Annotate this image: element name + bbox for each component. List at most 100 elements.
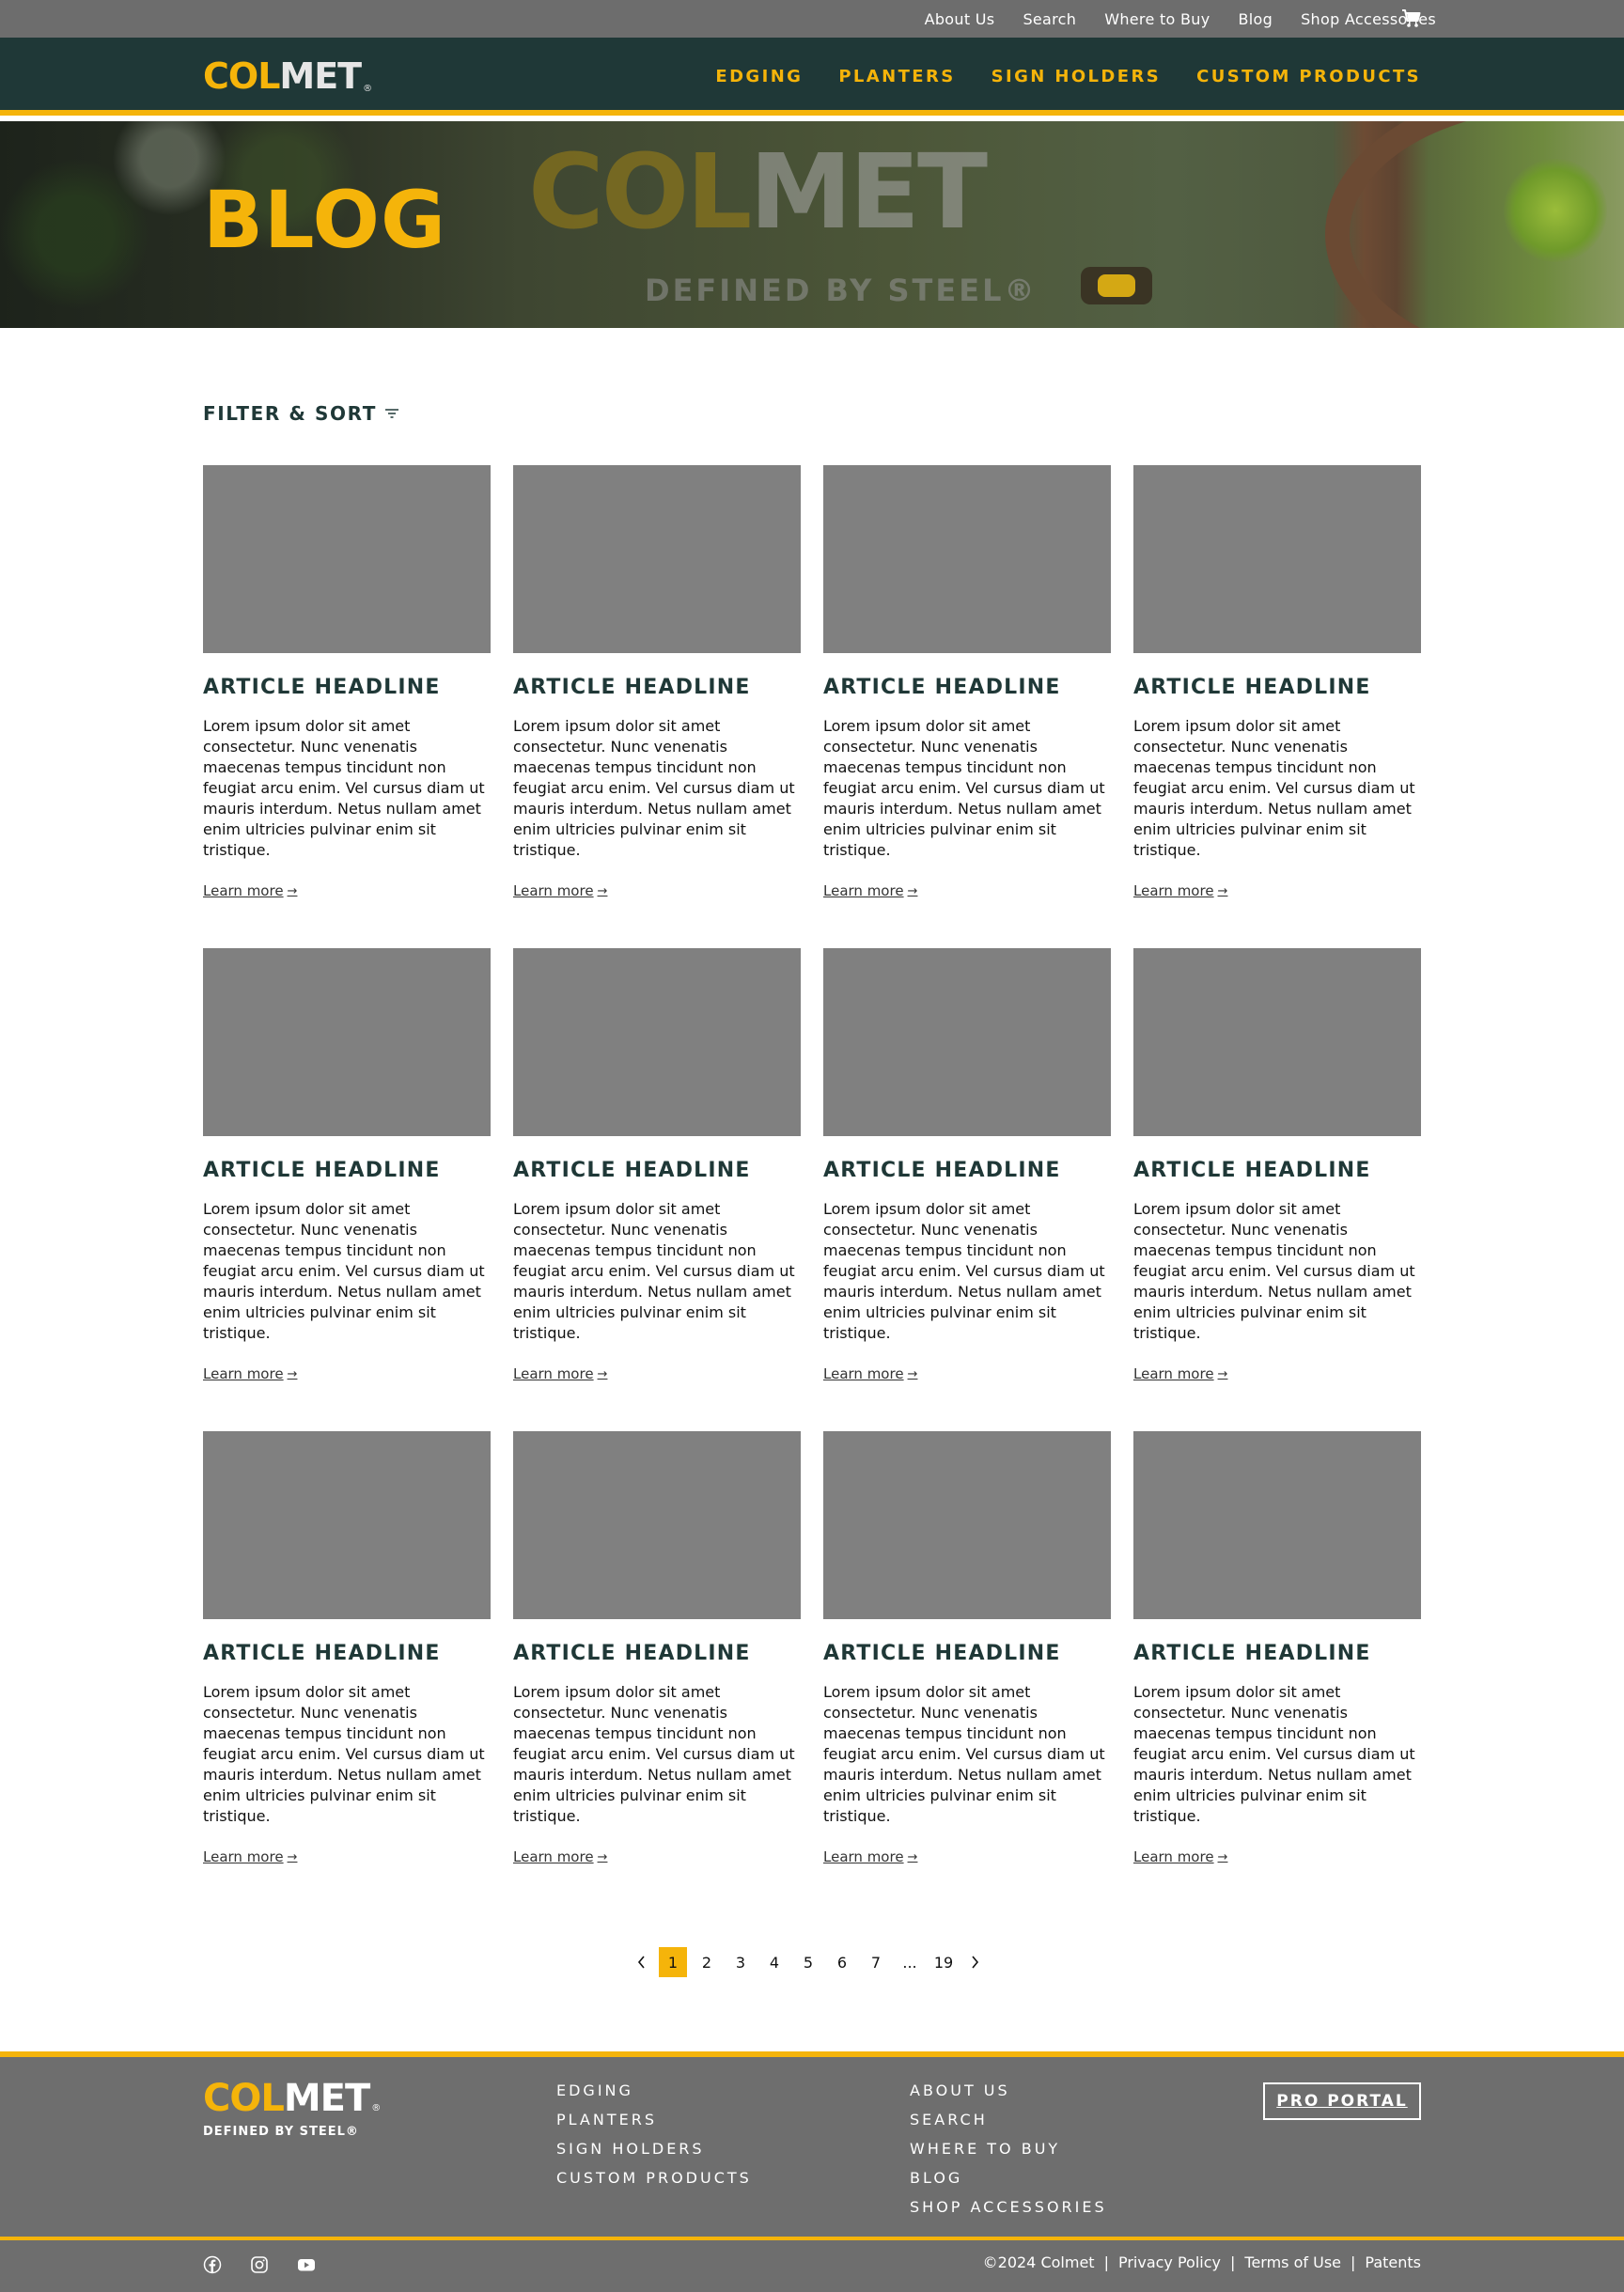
article-image-placeholder[interactable]: [1133, 465, 1421, 653]
cart-icon[interactable]: [1400, 8, 1423, 30]
youtube-icon[interactable]: [297, 2255, 316, 2274]
article-headline: ARTICLE HEADLINE: [513, 676, 751, 699]
patents-link[interactable]: Patents: [1365, 2253, 1421, 2271]
arrow-right-icon: →: [597, 1849, 608, 1864]
page-button-19[interactable]: 19: [927, 1947, 960, 1977]
pro-portal-button[interactable]: PRO PORTAL: [1263, 2082, 1421, 2120]
footer-logo[interactable]: COLMET ® DEFINED BY STEEL®: [203, 2077, 381, 2139]
article-headline: ARTICLE HEADLINE: [513, 1642, 751, 1665]
article-image-placeholder[interactable]: [1133, 948, 1421, 1136]
footer-logo-met: MET: [283, 2077, 370, 2120]
article-image-placeholder[interactable]: [513, 465, 801, 653]
learn-more-link[interactable]: Learn more →: [203, 1365, 297, 1382]
footer-link-about-us[interactable]: ABOUT US: [910, 2082, 1107, 2100]
learn-more-link[interactable]: Learn more →: [823, 882, 917, 899]
footer-link-blog[interactable]: BLOG: [910, 2169, 1107, 2188]
arrow-right-icon: →: [1217, 1849, 1228, 1864]
page-button-7[interactable]: 7: [859, 1947, 893, 1977]
footer-bottom-bar: ©2024 Colmet | Privacy Policy | Terms of…: [0, 2237, 1624, 2292]
learn-more-link[interactable]: Learn more →: [1133, 1365, 1227, 1382]
page-button-2[interactable]: 2: [690, 1947, 724, 1977]
nav-link-planters[interactable]: PLANTERS: [838, 67, 955, 86]
article-headline: ARTICLE HEADLINE: [513, 1159, 751, 1182]
page-button-5[interactable]: 5: [791, 1947, 825, 1977]
filter-sort-button[interactable]: FILTER & SORT: [203, 402, 399, 425]
article-image-placeholder[interactable]: [1133, 1431, 1421, 1619]
article-image-placeholder[interactable]: [203, 948, 491, 1136]
hero-banner: COLMET DEFINED BY STEEL® BLOG: [0, 121, 1624, 328]
page-button-6[interactable]: 6: [825, 1947, 859, 1977]
footer-link-edging[interactable]: EDGING: [556, 2082, 752, 2100]
footer-link-sign-holders[interactable]: SIGN HOLDERS: [556, 2140, 752, 2159]
utility-nav: About Us Search Where to Buy Blog Shop A…: [925, 0, 1436, 38]
article-image-placeholder[interactable]: [823, 1431, 1111, 1619]
terms-of-use-link[interactable]: Terms of Use: [1244, 2253, 1341, 2271]
privacy-policy-link[interactable]: Privacy Policy: [1118, 2253, 1221, 2271]
article-image-placeholder[interactable]: [513, 1431, 801, 1619]
page-button-4[interactable]: 4: [757, 1947, 791, 1977]
arrow-right-icon: →: [287, 883, 298, 898]
footer-link-shop-accessories[interactable]: SHOP ACCESSORIES: [910, 2198, 1107, 2217]
utility-bar: About Us Search Where to Buy Blog Shop A…: [0, 0, 1624, 38]
article-card: ARTICLE HEADLINE Lorem ipsum dolor sit a…: [203, 948, 491, 1382]
utility-link-blog[interactable]: Blog: [1239, 10, 1273, 28]
learn-more-label: Learn more: [823, 1365, 904, 1383]
utility-link-where-to-buy[interactable]: Where to Buy: [1104, 10, 1210, 28]
arrow-right-icon: →: [1217, 1366, 1228, 1381]
filter-sort-label: FILTER & SORT: [203, 402, 377, 425]
article-excerpt: Lorem ipsum dolor sit amet consectetur. …: [203, 717, 485, 860]
social-links: [203, 2255, 316, 2274]
article-card: ARTICLE HEADLINE Lorem ipsum dolor sit a…: [1133, 465, 1421, 899]
utility-link-search[interactable]: Search: [1023, 10, 1076, 28]
article-headline: ARTICLE HEADLINE: [1133, 1159, 1371, 1182]
article-excerpt: Lorem ipsum dolor sit amet consectetur. …: [203, 1200, 485, 1343]
arrow-right-icon: →: [287, 1366, 298, 1381]
learn-more-link[interactable]: Learn more →: [203, 882, 297, 899]
nav-link-sign-holders[interactable]: SIGN HOLDERS: [992, 67, 1161, 86]
article-card: ARTICLE HEADLINE Lorem ipsum dolor sit a…: [823, 465, 1111, 899]
filter-icon: [384, 409, 398, 418]
hero-logo-watermark: COLMET: [528, 140, 988, 243]
instagram-icon[interactable]: [250, 2255, 269, 2274]
article-image-placeholder[interactable]: [203, 1431, 491, 1619]
learn-more-link[interactable]: Learn more →: [1133, 882, 1227, 899]
learn-more-link[interactable]: Learn more →: [823, 1848, 917, 1865]
hero-tagline-watermark: DEFINED BY STEEL®: [645, 273, 1038, 308]
page-button-1[interactable]: 1: [659, 1947, 687, 1977]
learn-more-label: Learn more: [513, 882, 594, 900]
nav-link-custom-products[interactable]: CUSTOM PRODUCTS: [1196, 67, 1421, 86]
learn-more-link[interactable]: Learn more →: [823, 1365, 917, 1382]
nav-link-edging[interactable]: EDGING: [715, 67, 803, 86]
article-headline: ARTICLE HEADLINE: [203, 1159, 441, 1182]
legal-separator: |: [1230, 2253, 1236, 2271]
chevron-left-icon[interactable]: [628, 1947, 656, 1977]
page-button-3[interactable]: 3: [724, 1947, 757, 1977]
footer-link-where-to-buy[interactable]: WHERE TO BUY: [910, 2140, 1107, 2159]
footer-link-search[interactable]: SEARCH: [910, 2111, 1107, 2129]
article-excerpt: Lorem ipsum dolor sit amet consectetur. …: [513, 717, 795, 860]
article-image-placeholder[interactable]: [203, 465, 491, 653]
article-image-placeholder[interactable]: [513, 948, 801, 1136]
colmet-logo[interactable]: COL MET ®: [203, 55, 372, 97]
article-excerpt: Lorem ipsum dolor sit amet consectetur. …: [823, 1200, 1105, 1343]
article-card: ARTICLE HEADLINE Lorem ipsum dolor sit a…: [513, 948, 801, 1382]
article-headline: ARTICLE HEADLINE: [823, 1642, 1061, 1665]
facebook-icon[interactable]: [203, 2255, 222, 2274]
learn-more-link[interactable]: Learn more →: [1133, 1848, 1227, 1865]
footer-link-planters[interactable]: PLANTERS: [556, 2111, 752, 2129]
article-image-placeholder[interactable]: [823, 948, 1111, 1136]
utility-link-about-us[interactable]: About Us: [925, 10, 995, 28]
watermark-met: MET: [749, 132, 988, 252]
footer-link-custom-products[interactable]: CUSTOM PRODUCTS: [556, 2169, 752, 2188]
article-card: ARTICLE HEADLINE Lorem ipsum dolor sit a…: [823, 1431, 1111, 1865]
learn-more-label: Learn more: [1133, 1365, 1214, 1383]
chevron-right-icon[interactable]: [960, 1947, 989, 1977]
learn-more-link[interactable]: Learn more →: [513, 1365, 607, 1382]
logo-text-col: COL: [203, 55, 280, 97]
arrow-right-icon: →: [1217, 883, 1228, 898]
learn-more-link[interactable]: Learn more →: [513, 1848, 607, 1865]
learn-more-link[interactable]: Learn more →: [203, 1848, 297, 1865]
article-image-placeholder[interactable]: [823, 465, 1111, 653]
learn-more-link[interactable]: Learn more →: [513, 882, 607, 899]
copyright-text: ©2024 Colmet: [982, 2253, 1095, 2271]
